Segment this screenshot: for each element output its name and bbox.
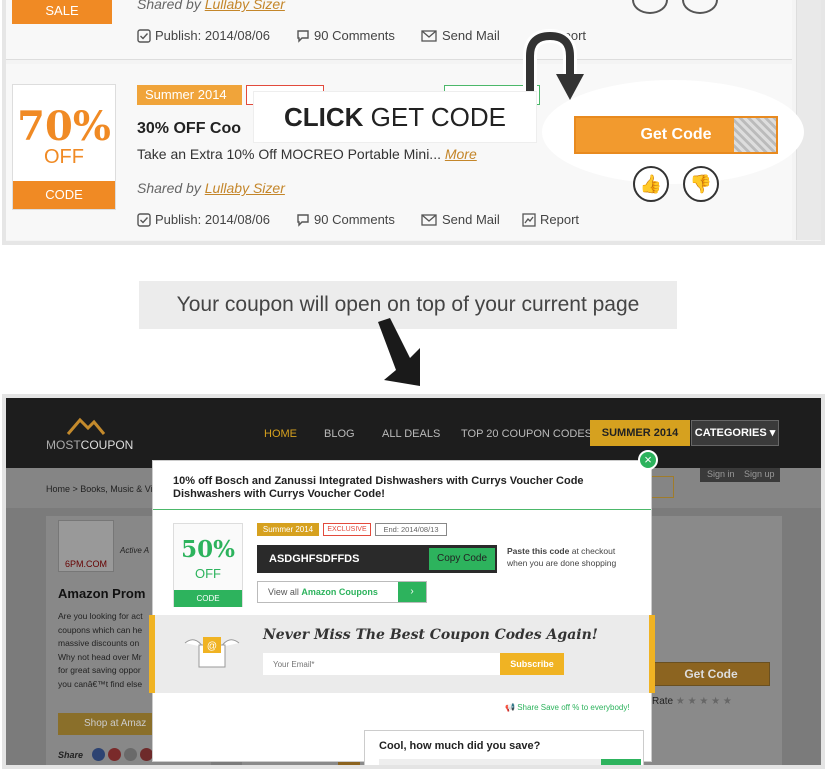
coupon-code-box[interactable]: ASDGHFSDFFDS Copy Code bbox=[257, 545, 497, 573]
report-icon bbox=[522, 212, 536, 227]
mountain-logo-icon bbox=[66, 417, 106, 435]
summer-tag[interactable]: Summer 2014 bbox=[137, 85, 242, 105]
shared-by: Shared by Lullaby Sizer bbox=[137, 180, 285, 196]
thumbs-up-icon: 👍 bbox=[639, 174, 663, 194]
down-arrow-icon bbox=[378, 318, 420, 386]
store-heading: Amazon Prom bbox=[58, 586, 146, 601]
coupon-code[interactable]: ASDGHFSDFFDS bbox=[269, 553, 359, 565]
modal-divider bbox=[153, 509, 651, 510]
top-screenshot-panel: SALE Shared by Lullaby Sizer Publish: 20… bbox=[2, 0, 825, 245]
savings-poll: Cool, how much did you save? bbox=[364, 730, 644, 765]
coupon-title[interactable]: 30% OFF Coo bbox=[137, 120, 241, 138]
savings-submit[interactable] bbox=[601, 759, 641, 765]
modal-end-date: End: 2014/08/13 bbox=[375, 523, 447, 536]
thumbs-down-icon: 👎 bbox=[689, 174, 713, 194]
store-logo[interactable]: 6PM.COM bbox=[58, 520, 114, 572]
sign-up-link[interactable]: Sign up bbox=[744, 469, 775, 479]
thumbs-down-button[interactable]: 👎 bbox=[683, 166, 719, 202]
modal-summer-tag[interactable]: Summer 2014 bbox=[257, 523, 319, 536]
email-input[interactable] bbox=[263, 653, 500, 675]
get-code-button-dimmed[interactable]: Get Code bbox=[652, 662, 770, 686]
publish-date: Publish: 2014/08/06 bbox=[137, 212, 270, 227]
nav-categories[interactable]: CATEGORIES ▾ bbox=[691, 420, 779, 446]
modal-discount-thumb: 50% OFF CODE bbox=[173, 523, 243, 607]
site-navbar: MOSTCOUPON HOME BLOG ALL DEALS TOP 20 CO… bbox=[6, 398, 821, 468]
active-label: Active A bbox=[120, 546, 150, 555]
publish-date: Publish: 2014/08/06 bbox=[137, 28, 270, 43]
sign-in-link[interactable]: Sign in bbox=[707, 469, 735, 479]
breadcrumb: Home > Books, Music & Vi bbox=[46, 484, 153, 494]
copy-code-button[interactable]: Copy Code bbox=[429, 548, 495, 570]
paste-instructions: Paste this code at checkout when you are … bbox=[507, 546, 617, 568]
view-all-coupons-link[interactable]: View all Amazon Coupons › bbox=[257, 581, 427, 603]
share-save-link[interactable]: 📢 Share Save off % to everybody! bbox=[505, 703, 630, 712]
previous-coupon-card: SALE Shared by Lullaby Sizer Publish: 20… bbox=[6, 0, 792, 60]
author-link[interactable]: Lullaby Sizer bbox=[205, 0, 285, 12]
code-label: CODE bbox=[13, 181, 115, 209]
checkbox-icon bbox=[137, 28, 151, 43]
modal-exclusive-tag: EXCLUSIVE bbox=[323, 523, 371, 536]
winged-envelope-icon: @ bbox=[184, 637, 240, 668]
close-modal-button[interactable]: × bbox=[638, 450, 658, 470]
discount-thumb: 70% OFF CODE bbox=[12, 84, 116, 210]
nav-home[interactable]: HOME bbox=[264, 428, 297, 440]
thumbs-up-button[interactable]: 👍 bbox=[633, 166, 669, 202]
send-mail-link[interactable]: Send Mail bbox=[420, 212, 500, 227]
checkbox-icon bbox=[137, 212, 151, 227]
comment-icon bbox=[297, 29, 309, 43]
comments-link[interactable]: 90 Comments bbox=[296, 28, 395, 43]
share-label: Share bbox=[58, 750, 84, 760]
nav-blog[interactable]: BLOG bbox=[324, 428, 355, 440]
search-icon[interactable] bbox=[650, 476, 674, 498]
percent-label: 70% bbox=[17, 103, 111, 150]
subscribe-button[interactable]: Subscribe bbox=[500, 653, 564, 675]
nav-all-deals[interactable]: ALL DEALS bbox=[382, 428, 440, 440]
google-plus-icon[interactable] bbox=[108, 748, 121, 761]
savings-question: Cool, how much did you save? bbox=[379, 740, 541, 752]
sale-badge: SALE bbox=[12, 0, 112, 24]
nav-summer-2014[interactable]: SUMMER 2014 bbox=[590, 420, 690, 446]
megaphone-icon: 📢 bbox=[505, 703, 515, 712]
mail-icon bbox=[421, 29, 437, 42]
comments-link[interactable]: 90 Comments bbox=[296, 212, 395, 227]
site-logo[interactable]: MOSTCOUPON bbox=[46, 438, 133, 452]
nav-top-20[interactable]: TOP 20 COUPON CODES bbox=[461, 428, 592, 440]
mail-icon bbox=[421, 213, 437, 226]
coupon-modal: 10% off Bosch and Zanussi Integrated Dis… bbox=[149, 460, 655, 762]
arrow-right-icon: › bbox=[398, 582, 426, 602]
thumbs-down-button[interactable] bbox=[682, 0, 718, 14]
send-mail-link[interactable]: Send Mail bbox=[420, 28, 500, 43]
click-get-code-callout: CLICK GET CODE bbox=[254, 92, 536, 142]
newsletter-section: @ Never Miss The Best Coupon Codes Again… bbox=[149, 615, 655, 693]
facebook-icon[interactable] bbox=[92, 748, 105, 761]
author-link[interactable]: Lullaby Sizer bbox=[205, 180, 285, 196]
coupon-description: Take an Extra 10% Off MOCREO Portable Mi… bbox=[137, 146, 477, 162]
thumbs-up-button[interactable] bbox=[632, 0, 668, 14]
auth-bar: Sign in Sign up bbox=[700, 468, 780, 482]
bottom-screenshot-panel: MOSTCOUPON HOME BLOG ALL DEALS TOP 20 CO… bbox=[2, 394, 825, 769]
savings-slider[interactable] bbox=[379, 759, 601, 765]
modal-percent: 50% bbox=[181, 536, 235, 563]
twitter-icon[interactable] bbox=[124, 748, 137, 761]
close-icon: × bbox=[644, 452, 652, 467]
shared-by: Shared by Lullaby Sizer bbox=[137, 0, 285, 12]
rate-label: Rate ★ ★ ★ ★ ★ bbox=[652, 696, 732, 707]
code-peek bbox=[734, 118, 776, 152]
modal-off: OFF bbox=[195, 566, 221, 581]
report-link[interactable]: Report bbox=[522, 212, 579, 227]
modal-code-label: CODE bbox=[174, 590, 242, 607]
more-link[interactable]: More bbox=[445, 146, 477, 162]
off-label: OFF bbox=[44, 146, 84, 168]
newsletter-heading: Never Miss The Best Coupon Codes Again! bbox=[263, 627, 598, 643]
comment-icon bbox=[297, 213, 309, 227]
get-code-button[interactable]: Get Code bbox=[574, 116, 778, 154]
svg-text:@: @ bbox=[207, 641, 217, 652]
modal-title: 10% off Bosch and Zanussi Integrated Dis… bbox=[173, 475, 584, 500]
